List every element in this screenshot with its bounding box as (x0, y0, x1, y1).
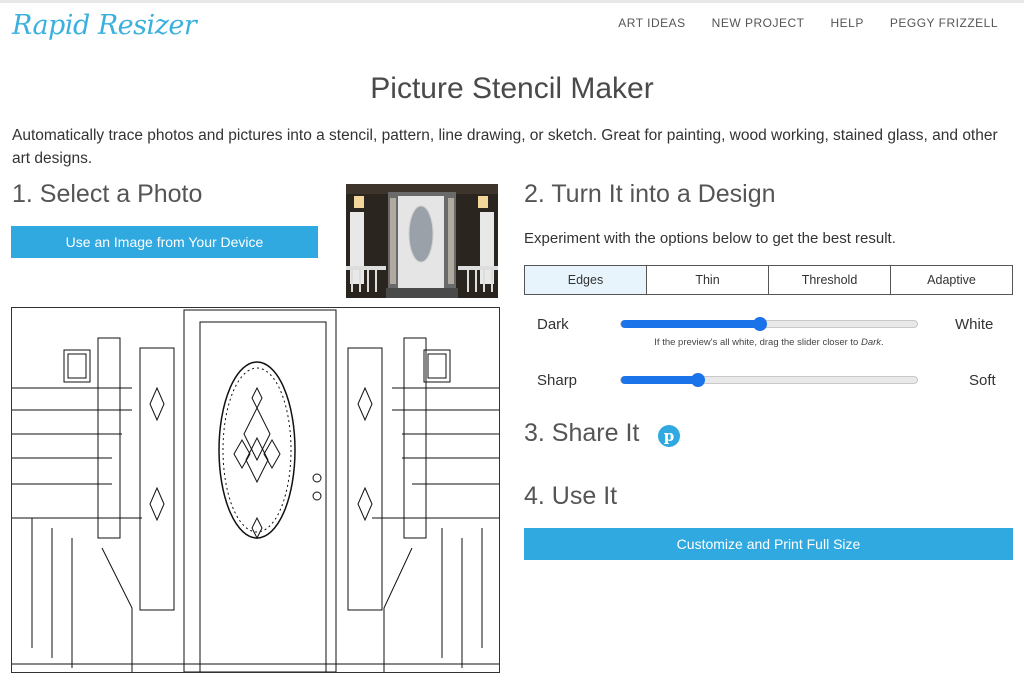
tab-threshold[interactable]: Threshold (769, 266, 891, 294)
nav-art-ideas[interactable]: ART IDEAS (618, 16, 685, 30)
sharpness-slider-handle[interactable] (690, 373, 705, 387)
step3-heading: 3. Share It (524, 419, 640, 447)
stencil-preview-image (12, 309, 499, 672)
step4-heading: 4. Use It (524, 482, 618, 510)
nav-help[interactable]: HELP (831, 16, 864, 30)
step1-heading: 1. Select a Photo (12, 180, 203, 208)
page-title: Picture Stencil Maker (370, 72, 654, 105)
logo[interactable]: Rapid Resizer (12, 10, 197, 46)
darkness-slider-right-label: White (955, 316, 994, 333)
step2-instructions: Experiment with the options below to get… (524, 230, 896, 247)
tab-adaptive[interactable]: Adaptive (891, 266, 1012, 294)
darkness-slider-handle[interactable] (753, 317, 768, 331)
sharpness-slider-fill (621, 376, 698, 384)
pinterest-icon[interactable]: p (658, 425, 680, 447)
nav-user-account[interactable]: PEGGY FRIZZELL (890, 16, 998, 30)
door-photo (346, 184, 498, 298)
step2-heading: 2. Turn It into a Design (524, 180, 776, 208)
tab-edges[interactable]: Edges (525, 266, 647, 294)
stencil-preview (11, 307, 500, 673)
intro-text: Automatically trace photos and pictures … (12, 127, 998, 167)
hint-text: If the preview's all white, drag the sli… (654, 337, 861, 348)
sharpness-slider[interactable] (620, 373, 918, 387)
main-nav: ART IDEAS NEW PROJECT HELP PEGGY FRIZZEL… (618, 16, 998, 30)
darkness-slider-fill (621, 320, 761, 328)
slider-hint: If the preview's all white, drag the sli… (620, 337, 918, 348)
source-photo-thumbnail (346, 184, 498, 298)
darkness-slider[interactable] (620, 317, 918, 331)
hint-suffix: . (881, 337, 884, 348)
sharpness-slider-right-label: Soft (969, 372, 996, 389)
design-mode-tabs: Edges Thin Threshold Adaptive (524, 265, 1013, 295)
tab-thin[interactable]: Thin (647, 266, 769, 294)
upload-image-button[interactable]: Use an Image from Your Device (11, 226, 318, 258)
sharpness-slider-left-label: Sharp (537, 372, 578, 389)
nav-new-project[interactable]: NEW PROJECT (712, 16, 805, 30)
darkness-slider-left-label: Dark (537, 316, 569, 333)
hint-emphasis: Dark (860, 337, 882, 348)
top-border (0, 0, 1024, 3)
customize-print-button[interactable]: Customize and Print Full Size (524, 528, 1013, 560)
